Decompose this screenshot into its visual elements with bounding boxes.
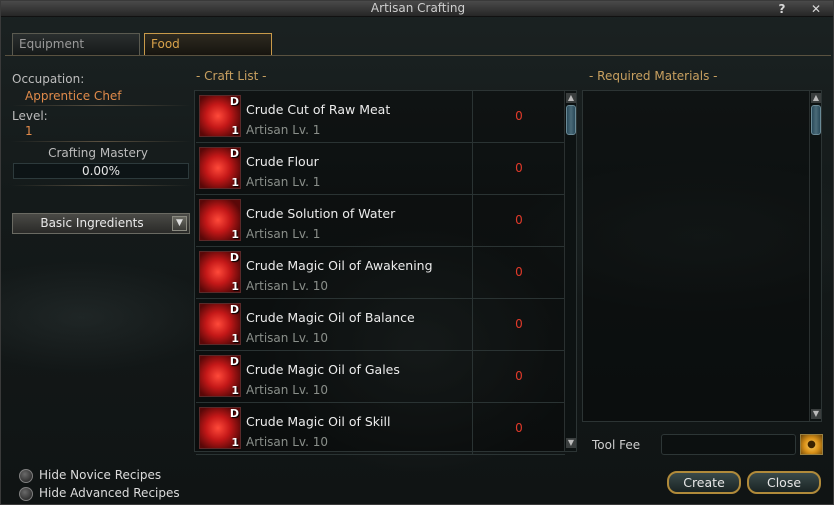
divider (11, 105, 191, 106)
craftable-count: 0 (515, 213, 523, 227)
recipe-name: Crude Magic Oil of Gales (246, 362, 400, 377)
craft-list-heading: - Craft List - (196, 69, 267, 83)
recipe-name: Crude Flour (246, 154, 319, 169)
flour-icon: D1 (199, 147, 241, 189)
chevron-down-icon[interactable]: ▼ (172, 216, 187, 231)
close-button[interactable]: Close (747, 471, 821, 494)
tab-divider (5, 55, 831, 56)
category-dropdown[interactable]: Basic Ingredients ▼ (12, 213, 190, 234)
item-quantity: 1 (231, 124, 239, 137)
occupation-value: Apprentice Chef (25, 89, 122, 103)
scroll-down-icon[interactable]: ▼ (811, 409, 821, 419)
item-quantity: 1 (231, 176, 239, 189)
craft-list-scrollbar[interactable]: ▲ ▼ (564, 91, 576, 451)
hide-novice-label: Hide Novice Recipes (39, 468, 162, 482)
crafting-mastery-label: Crafting Mastery (48, 146, 148, 160)
item-quantity: 1 (231, 436, 239, 449)
recipe-level: Artisan Lv. 10 (246, 383, 328, 397)
tab-equipment[interactable]: Equipment (12, 33, 140, 55)
scroll-up-icon[interactable]: ▲ (566, 93, 576, 103)
hide-advanced-checkbox[interactable] (19, 487, 33, 501)
recipe-level: Artisan Lv. 10 (246, 331, 328, 345)
crafting-mastery-bar: 0.00% (13, 163, 189, 179)
raw-meat-icon: D1 (199, 95, 241, 137)
tool-fee-label: Tool Fee (592, 438, 641, 452)
magic-oil-icon: D1 (199, 303, 241, 345)
craftable-count: 0 (515, 265, 523, 279)
level-label: Level: (12, 109, 48, 123)
magic-oil-icon: D1 (199, 355, 241, 397)
adena-coin-icon: ● (800, 434, 823, 455)
recipe-level: Artisan Lv. 10 (246, 279, 328, 293)
grade-badge: D (229, 407, 239, 420)
grade-badge: D (229, 251, 239, 264)
grade-badge: D (229, 355, 239, 368)
scroll-down-icon[interactable]: ▼ (566, 438, 576, 448)
grade-badge: D (229, 95, 239, 108)
help-button[interactable]: ? (775, 2, 789, 16)
recipe-level: Artisan Lv. 1 (246, 123, 321, 137)
hide-advanced-label: Hide Advanced Recipes (39, 486, 180, 500)
tool-fee-field (661, 434, 796, 455)
required-materials-heading: - Required Materials - (589, 69, 718, 83)
title-bar[interactable]: Artisan Crafting ? ✕ (1, 1, 833, 17)
grade-badge: D (229, 147, 239, 160)
required-materials-list: ▲ ▼ (582, 90, 822, 422)
item-quantity: 1 (231, 280, 239, 293)
item-quantity: 1 (231, 332, 239, 345)
close-icon[interactable]: ✕ (809, 2, 823, 16)
hide-novice-checkbox[interactable] (19, 469, 33, 483)
item-quantity: 1 (231, 384, 239, 397)
craft-list-row[interactable]: D 1 Crude Cut of Raw Meat Artisan Lv. 10 (196, 91, 565, 143)
scroll-thumb[interactable] (566, 105, 576, 135)
mastery-percent: 0.00% (81, 164, 121, 178)
craft-list: D 1 Crude Cut of Raw Meat Artisan Lv. 10D1C… (194, 90, 577, 455)
artisan-crafting-window: Artisan Crafting ? ✕ Equipment Food Occu… (0, 0, 834, 505)
craft-list-row[interactable]: D 1 Crude Magic Oil of Awakening Artisan Lv… (196, 247, 565, 299)
scroll-thumb[interactable] (811, 105, 821, 135)
divider (11, 141, 191, 142)
water-flask-icon: 1 (199, 199, 241, 241)
recipe-name: Crude Solution of Water (246, 206, 396, 221)
craftable-count: 0 (515, 369, 523, 383)
craftable-count: 0 (515, 421, 523, 435)
craft-list-row[interactable]: 1 Crude Solution of Water Artisan Lv. 1 0 (196, 195, 565, 247)
category-value: Basic Ingredients (40, 216, 144, 230)
window-title: Artisan Crafting (370, 1, 466, 15)
recipe-name: Crude Magic Oil of Balance (246, 310, 415, 325)
materials-scrollbar[interactable]: ▲ ▼ (809, 91, 821, 421)
divider (11, 185, 191, 186)
occupation-label: Occupation: (12, 72, 85, 86)
recipe-name: Crude Cut of Raw Meat (246, 102, 391, 117)
level-value: 1 (25, 124, 33, 138)
craft-list-row[interactable]: D 1 Crude Flour Artisan Lv. 10 (196, 143, 565, 195)
recipe-level: Artisan Lv. 1 (246, 227, 321, 241)
craft-list-row[interactable]: D 1 Crude Magic Oil of Skill Artisan Lv. 10… (196, 403, 565, 455)
craft-list-row[interactable]: D 1 Crude Magic Oil of Gales Artisan Lv. 10… (196, 351, 565, 403)
tab-food[interactable]: Food (144, 33, 272, 55)
item-quantity: 1 (231, 228, 239, 241)
craftable-count: 0 (515, 317, 523, 331)
craftable-count: 0 (515, 161, 523, 175)
recipe-level: Artisan Lv. 10 (246, 435, 328, 449)
recipe-name: Crude Magic Oil of Skill (246, 414, 391, 429)
craft-list-row[interactable]: D 1 Crude Magic Oil of Balance Artisan Lv. … (196, 299, 565, 351)
magic-oil-icon: D1 (199, 251, 241, 293)
craftable-count: 0 (515, 109, 523, 123)
scroll-up-icon[interactable]: ▲ (811, 93, 821, 103)
recipe-level: Artisan Lv. 1 (246, 175, 321, 189)
recipe-name: Crude Magic Oil of Awakening (246, 258, 433, 273)
create-button[interactable]: Create (667, 471, 741, 494)
grade-badge: D (229, 303, 239, 316)
magic-oil-icon: D1 (199, 407, 241, 449)
